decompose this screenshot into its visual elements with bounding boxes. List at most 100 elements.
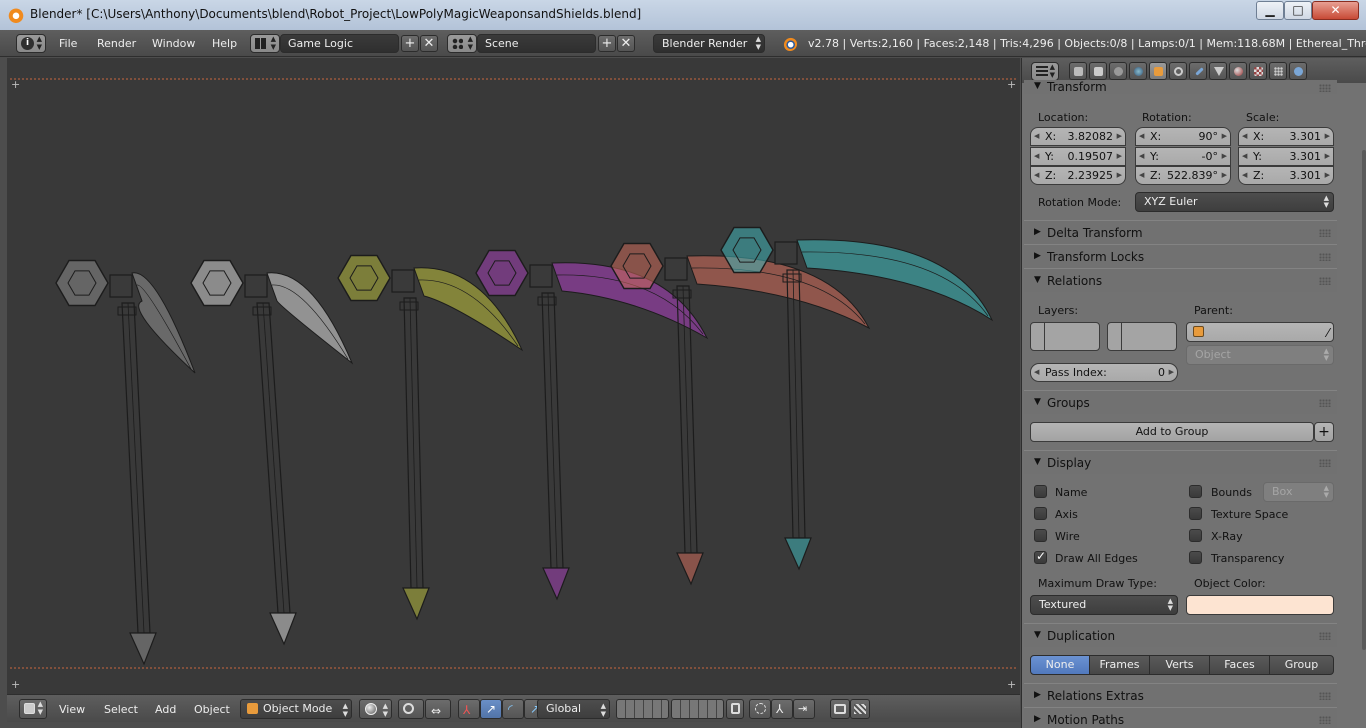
transform-locks-panel-header[interactable]: ▶ Transform Locks	[1024, 244, 1337, 268]
add-scene-button[interactable]: +	[598, 35, 616, 52]
menu-help[interactable]: Help	[212, 37, 237, 50]
menu-file[interactable]: File	[59, 37, 77, 50]
scale-z-field[interactable]: ◀ Z: 3.301 ▶	[1238, 166, 1334, 185]
viewport-shading-select[interactable]: ▲ ▼	[359, 699, 392, 719]
texture-space-checkbox[interactable]	[1189, 507, 1202, 520]
show-axis-checkbox[interactable]	[1034, 507, 1047, 520]
menu-select[interactable]: Select	[104, 703, 138, 716]
menu-window[interactable]: Window	[152, 37, 195, 50]
physics-context-tab[interactable]	[1289, 62, 1307, 80]
modifiers-context-tab[interactable]	[1189, 62, 1207, 80]
close-button[interactable]: ✕	[1312, 1, 1359, 20]
drag-grip-icon[interactable]	[1319, 84, 1331, 92]
relations-panel-header[interactable]: ▼ Relations	[1024, 268, 1337, 292]
rotation-x-field[interactable]: ◀ X: 90° ▶	[1135, 127, 1231, 146]
drag-grip-icon[interactable]	[1319, 229, 1331, 237]
location-x-field[interactable]: ◀ X: 3.82082 ▶	[1030, 127, 1126, 146]
eyedropper-icon[interactable]: ⁄	[1327, 324, 1329, 342]
screen-layout-field[interactable]: Game Logic	[280, 34, 399, 53]
scene-field[interactable]: Scene	[477, 34, 596, 53]
show-bounds-checkbox[interactable]	[1189, 485, 1202, 498]
transparency-checkbox[interactable]	[1189, 551, 1202, 564]
snap-toggle[interactable]: ⅄	[771, 699, 793, 719]
menu-add[interactable]: Add	[155, 703, 176, 716]
scythe-model[interactable]	[55, 259, 196, 666]
duplication-group-button[interactable]: Group	[1269, 655, 1334, 675]
rotation-mode-select[interactable]: XYZ Euler ▲ ▼	[1135, 192, 1334, 212]
scythe-model[interactable]	[190, 259, 354, 646]
proportional-edit-toggle[interactable]	[749, 699, 771, 719]
drag-grip-icon[interactable]	[1319, 716, 1331, 724]
particles-context-tab[interactable]	[1269, 62, 1287, 80]
show-name-checkbox[interactable]	[1034, 485, 1047, 498]
drag-grip-icon[interactable]	[1319, 692, 1331, 700]
remove-screen-button[interactable]: ✕	[420, 35, 438, 52]
drag-grip-icon[interactable]	[1319, 277, 1331, 285]
editor-type-props-button[interactable]: ▲ ▼	[1031, 62, 1059, 81]
render-layers-context-tab[interactable]	[1089, 62, 1107, 80]
duplication-none-button[interactable]: None	[1030, 655, 1090, 675]
duplication-panel-header[interactable]: ▼ Duplication	[1024, 623, 1337, 647]
transform-orientation-select[interactable]: Global ▲ ▼	[537, 699, 610, 719]
show-wire-checkbox[interactable]	[1034, 529, 1047, 542]
duplication-faces-button[interactable]: Faces	[1209, 655, 1270, 675]
texture-context-tab[interactable]	[1249, 62, 1267, 80]
bounds-type-select[interactable]: Box ▲ ▼	[1263, 482, 1334, 502]
new-group-button[interactable]: +	[1314, 422, 1334, 442]
rotation-z-field[interactable]: ◀ Z: 522.839° ▶	[1135, 166, 1231, 185]
remove-scene-button[interactable]: ✕	[617, 35, 635, 52]
maximize-button[interactable]: □	[1284, 1, 1312, 20]
layers-grid-b[interactable]	[671, 699, 724, 719]
material-context-tab[interactable]	[1229, 62, 1247, 80]
pass-index-field[interactable]: ◀ Pass Index: 0 ▶	[1030, 363, 1178, 382]
mode-select[interactable]: Object Mode ▲ ▼	[240, 699, 352, 719]
rotation-y-field[interactable]: ◀ Y: -0° ▶	[1135, 147, 1231, 166]
drag-grip-icon[interactable]	[1319, 399, 1331, 407]
minimize-button[interactable]: ▁	[1256, 1, 1284, 20]
editor-type-3d-button[interactable]: ▲ ▼	[19, 699, 47, 719]
data-context-tab[interactable]	[1209, 62, 1227, 80]
menu-render[interactable]: Render	[97, 37, 136, 50]
scene-browse[interactable]: ▲ ▼	[447, 34, 477, 53]
constraints-context-tab[interactable]	[1169, 62, 1187, 80]
motion-paths-panel-header[interactable]: ▶ Motion Paths	[1024, 707, 1337, 728]
add-to-group-button[interactable]: Add to Group	[1030, 422, 1314, 442]
snap-element-select[interactable]: ⇥	[793, 699, 815, 719]
scale-y-field[interactable]: ◀ Y: 3.301 ▶	[1238, 147, 1334, 166]
parent-type-select[interactable]: Object ▲ ▼	[1186, 345, 1334, 365]
scythe-model[interactable]	[337, 254, 524, 621]
manipulator-toggle[interactable]: ⇔	[425, 699, 451, 719]
scene-context-tab[interactable]	[1109, 62, 1127, 80]
layers-grid-a[interactable]	[616, 699, 669, 719]
menu-object[interactable]: Object	[194, 703, 230, 716]
properties-scrollbar[interactable]	[1362, 150, 1366, 650]
scale-x-field[interactable]: ◀ X: 3.301 ▶	[1238, 127, 1334, 146]
pivot-point-select[interactable]	[398, 699, 424, 719]
screen-layout-browse[interactable]: ▲ ▼	[250, 34, 280, 53]
editor-type-button[interactable]: i ▲ ▼	[16, 34, 46, 53]
world-context-tab[interactable]	[1129, 62, 1147, 80]
groups-panel-header[interactable]: ▼ Groups	[1024, 390, 1337, 414]
drag-grip-icon[interactable]	[1319, 632, 1331, 640]
render-engine-select[interactable]: Blender Render ▲ ▼	[653, 34, 765, 53]
object-layers-grid-b[interactable]	[1107, 322, 1177, 351]
add-screen-button[interactable]: +	[401, 35, 419, 52]
scythe-model[interactable]	[475, 249, 709, 601]
render-context-tab[interactable]	[1069, 62, 1087, 80]
drag-grip-icon[interactable]	[1319, 253, 1331, 261]
drag-grip-icon[interactable]	[1319, 459, 1331, 467]
render-opengl-button[interactable]	[830, 699, 850, 719]
display-panel-header[interactable]: ▼ Display	[1024, 450, 1337, 474]
object-color-swatch[interactable]	[1186, 595, 1334, 615]
max-draw-type-select[interactable]: Textured ▲ ▼	[1030, 595, 1178, 615]
translate-manipulator-button[interactable]: ⅄	[458, 699, 480, 719]
xray-checkbox[interactable]	[1189, 529, 1202, 542]
layer-lock-toggle[interactable]	[726, 699, 744, 719]
object-context-tab[interactable]	[1149, 62, 1167, 80]
location-y-field[interactable]: ◀ Y: 0.19507 ▶	[1030, 147, 1126, 166]
duplication-frames-button[interactable]: Frames	[1089, 655, 1150, 675]
move-manipulator-button[interactable]: ↗	[480, 699, 502, 719]
3d-viewport[interactable]: + + + +	[7, 58, 1020, 694]
delta-transform-panel-header[interactable]: ▶ Delta Transform	[1024, 220, 1337, 244]
transform-panel-header[interactable]: ▼ Transform	[1024, 80, 1337, 94]
